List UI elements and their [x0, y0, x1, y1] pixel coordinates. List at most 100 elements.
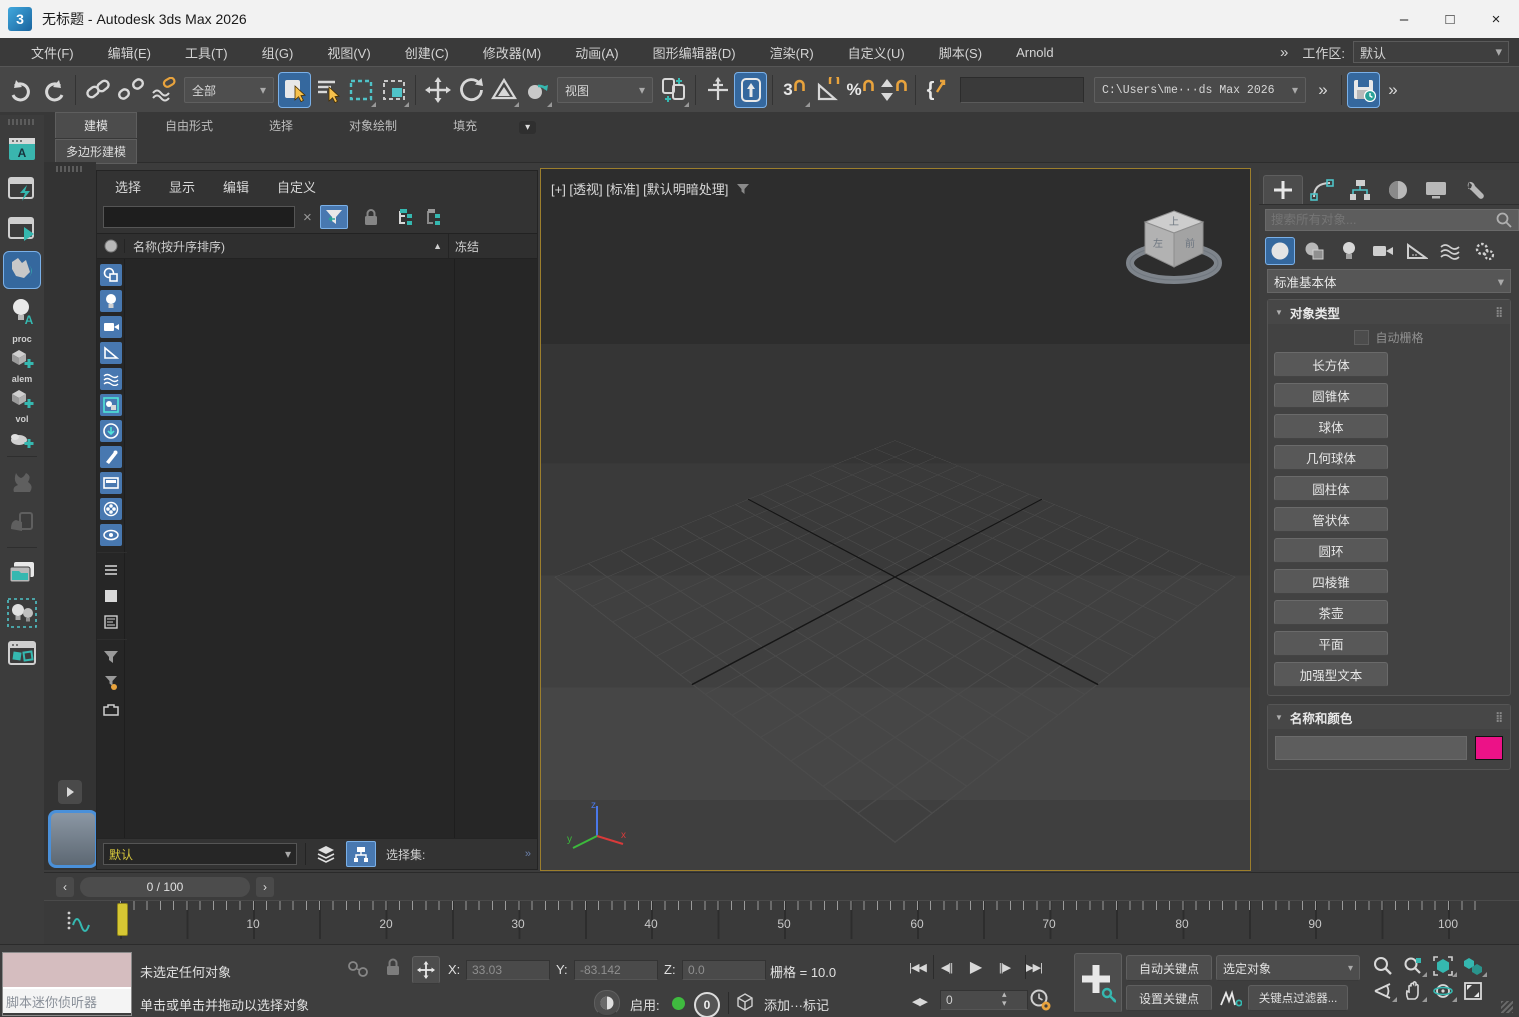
tab-create[interactable] [1263, 175, 1303, 204]
button-tube[interactable]: 管状体 [1274, 507, 1388, 532]
rabbit-icon[interactable] [4, 464, 40, 500]
sort-ascending-icon[interactable]: ▲ [433, 241, 448, 251]
menu-item-rendering[interactable]: 渲染(R) [753, 38, 831, 66]
list-view-icon[interactable] [100, 559, 122, 581]
select-and-move-button[interactable] [421, 72, 454, 108]
hand-box-icon[interactable] [4, 504, 40, 540]
window-crossing-toggle[interactable] [377, 72, 410, 108]
subcategory-dropdown[interactable]: 标准基本体▾ [1267, 269, 1511, 293]
snaps-toggle-button[interactable]: 3 [778, 72, 811, 108]
ribbon-panel-polygon-modeling[interactable]: 多边形建模 [55, 139, 137, 164]
next-frame-button[interactable]: › [256, 877, 274, 897]
manipulate-mode-toggle[interactable] [734, 72, 767, 108]
enable-status-dot[interactable] [672, 997, 685, 1010]
detail-view-icon[interactable] [100, 611, 122, 633]
play-button[interactable]: ▶ [961, 955, 990, 979]
column-name-header[interactable]: 名称(按升序排序) [125, 238, 225, 255]
rollout-collapse-icon[interactable]: ▼ [1275, 308, 1283, 317]
minimize-button[interactable]: – [1381, 0, 1427, 38]
rollout-grip-icon[interactable]: ⣿ [1495, 712, 1503, 723]
next-key-button[interactable]: ||▶ [990, 955, 1019, 979]
ribbon-tab-object-paint[interactable]: 对象绘制 [321, 113, 425, 138]
window-a-icon[interactable]: A [4, 131, 40, 167]
wolf-render-icon[interactable] [3, 251, 41, 289]
key-filter-selection-dropdown[interactable]: 选定对象▾ [1216, 955, 1360, 981]
search-filter-button[interactable] [320, 205, 348, 229]
filter-spacewarps-icon[interactable] [100, 368, 122, 390]
hierarchy-view-icon[interactable] [346, 841, 376, 867]
listener-macro-pane[interactable] [3, 953, 131, 989]
orbit-icon[interactable] [1428, 978, 1458, 1003]
close-button[interactable]: × [1473, 0, 1519, 38]
mini-curve-editor-icon[interactable] [66, 909, 92, 933]
explorer-search-input[interactable] [103, 206, 295, 228]
explorer-preset-dropdown[interactable]: 默认▾ [103, 843, 297, 865]
save-file-button[interactable] [1347, 72, 1380, 108]
toolbar-overflow-button[interactable]: » [1310, 72, 1336, 108]
spinner-snap-button[interactable] [877, 72, 910, 108]
tab-motion[interactable] [1379, 176, 1417, 204]
window-play-icon[interactable] [4, 211, 40, 247]
keyboard-override-button[interactable]: { [921, 72, 954, 108]
button-torus[interactable]: 圆环 [1274, 538, 1388, 563]
filter-shapes-icon[interactable] [100, 264, 122, 286]
percent-snap-button[interactable]: % [844, 72, 877, 108]
vol-create-icon[interactable]: vol [4, 413, 40, 449]
menu-item-group[interactable]: 组(G) [245, 38, 311, 66]
layout-flyout-button[interactable] [58, 780, 82, 804]
workspace-dropdown[interactable]: 默认▾ [1353, 41, 1509, 63]
select-object-button[interactable] [278, 72, 311, 108]
menu-item-scripting[interactable]: 脚本(S) [922, 38, 999, 66]
auto-key-button[interactable]: 自动关键点 [1126, 955, 1212, 981]
autogrid-checkbox[interactable] [1354, 330, 1369, 345]
button-pyramid[interactable]: 四棱锥 [1274, 569, 1388, 594]
filter-lights-icon[interactable] [100, 290, 122, 312]
key-filters-button[interactable]: 关键点过滤器... [1248, 985, 1348, 1011]
ribbon-tab-populate[interactable]: 填充 [425, 113, 505, 138]
resize-grip[interactable] [1501, 1001, 1513, 1013]
explorer-object-list[interactable] [97, 259, 537, 838]
go-to-end-button[interactable]: ▶▶| [1019, 955, 1048, 979]
menu-item-arnold[interactable]: Arnold [999, 38, 1071, 66]
filter-groups-icon[interactable] [100, 394, 122, 416]
view-cube[interactable]: 上 左 前 [1116, 197, 1232, 301]
explorer-menu-display[interactable]: 显示 [169, 177, 195, 196]
alem-create-icon[interactable]: alem [4, 373, 40, 409]
button-plane[interactable]: 平面 [1274, 631, 1388, 656]
add-time-tag[interactable]: 添加···标记 [764, 995, 829, 1014]
window-lightning-icon[interactable] [4, 171, 40, 207]
pan-hand-icon[interactable] [1398, 978, 1428, 1003]
redo-button[interactable] [37, 72, 70, 108]
maximize-viewport-toggle-icon[interactable] [1458, 978, 1488, 1003]
folders-icon[interactable] [4, 555, 40, 591]
object-color-swatch[interactable] [1475, 736, 1503, 760]
filter-funnel-config-icon[interactable] [100, 672, 122, 694]
selection-lock-icon[interactable] [385, 957, 401, 977]
progressive-display-icon[interactable] [594, 990, 620, 1016]
menu-item-create[interactable]: 创建(C) [388, 38, 466, 66]
select-and-place-button[interactable] [520, 72, 553, 108]
blank-view-icon[interactable] [100, 585, 122, 607]
track-bar[interactable]: 10 20 30 40 50 60 70 80 90 100 [44, 900, 1519, 945]
x-coordinate-field[interactable]: 33.03 [466, 960, 550, 980]
filter-wheel-icon[interactable] [100, 498, 122, 520]
maximize-button[interactable]: □ [1427, 0, 1473, 38]
absolute-offset-toggle[interactable] [412, 956, 440, 984]
column-frozen-header[interactable]: 冻结 [448, 234, 537, 258]
reference-coordinate-dropdown[interactable]: 视图▾ [557, 77, 653, 103]
current-frame-spinner[interactable]: 0 [940, 990, 1028, 1010]
ribbon-collapse-button[interactable]: ▾ [519, 121, 536, 134]
object-name-field[interactable] [1275, 736, 1467, 760]
time-tag-cube-icon[interactable] [736, 993, 754, 1011]
use-pivot-center-button[interactable] [657, 72, 690, 108]
basket-icon[interactable] [100, 698, 122, 720]
select-and-link-button[interactable] [81, 72, 114, 108]
lock-explorer-icon[interactable] [358, 208, 384, 226]
select-and-scale-button[interactable] [487, 72, 520, 108]
button-box[interactable]: 长方体 [1274, 352, 1388, 377]
explorer-menu-customize[interactable]: 自定义 [277, 177, 316, 196]
lights-group-icon[interactable] [4, 595, 40, 631]
button-sphere[interactable]: 球体 [1274, 414, 1388, 439]
category-cameras[interactable] [1369, 238, 1397, 264]
strip-grip[interactable] [56, 166, 84, 172]
